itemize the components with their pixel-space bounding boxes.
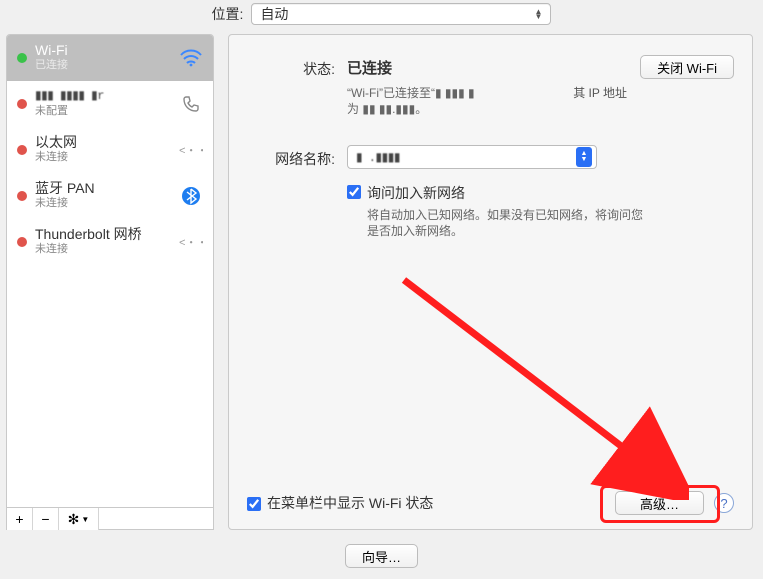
phone-icon (179, 94, 203, 114)
sidebar-toolbar: + − ✻ ▼ (6, 508, 214, 530)
location-value: 自动 (260, 4, 288, 24)
annotation-arrow-icon (399, 275, 689, 500)
status-value: 已连接 (347, 57, 392, 78)
sidebar-item-modem[interactable]: ▮▮▮ ▮▮▮▮ ▮r 未配置 (7, 81, 213, 127)
network-name-value: ▮ .▮▮▮▮ (356, 150, 400, 165)
status-desc-line1: “Wi-Fi”已连接至“▮ ▮▮▮ ▮ (347, 86, 475, 100)
sidebar: Wi-Fi 已连接 ▮▮▮ ▮▮▮▮ ▮r 未配置 (6, 34, 214, 508)
turn-off-wifi-button[interactable]: 关闭 Wi-Fi (640, 55, 734, 79)
sidebar-item-wifi[interactable]: Wi-Fi 已连接 (7, 35, 213, 81)
sidebar-item-ethernet[interactable]: 以太网 未连接 <・・・> (7, 127, 213, 173)
add-button[interactable]: + (7, 508, 33, 530)
sidebar-item-label: Wi-Fi (35, 43, 171, 58)
sidebar-item-label: ▮▮▮ ▮▮▮▮ ▮r (35, 89, 171, 104)
menubar-label: 在菜单栏中显示 Wi-Fi 状态 (267, 493, 433, 513)
sidebar-item-label: 蓝牙 PAN (35, 181, 171, 196)
sidebar-item-sub: 未连接 (35, 150, 171, 165)
help-button[interactable]: ? (714, 493, 734, 513)
sidebar-item-label: Thunderbolt 网桥 (35, 227, 171, 242)
status-desc-line2: 为 ▮▮ ▮▮.▮▮▮。 (347, 102, 427, 116)
status-dot-icon (17, 53, 27, 63)
sidebar-item-thunderbolt[interactable]: Thunderbolt 网桥 未连接 <・・・> (7, 219, 213, 265)
wifi-icon (179, 49, 203, 67)
sidebar-item-bluetooth-pan[interactable]: 蓝牙 PAN 未连接 (7, 173, 213, 219)
status-dot-icon (17, 99, 27, 109)
detail-pane: 状态: 已连接 关闭 Wi-Fi “Wi-Fi”已连接至“▮ ▮▮▮ ▮ 其 I… (228, 34, 753, 530)
ethernet-icon: <・・・> (179, 235, 203, 249)
svg-text:<・・・>: <・・・> (179, 238, 203, 249)
location-label: 位置: (212, 4, 244, 24)
gear-menu-button[interactable]: ✻ ▼ (59, 508, 99, 530)
sidebar-item-sub: 已连接 (35, 58, 171, 73)
gear-icon: ✻ (68, 511, 80, 528)
ask-join-desc: 将自动加入已知网络。如果没有已知网络，将询问您是否加入新网络。 (367, 207, 647, 239)
advanced-button[interactable]: 高级… (615, 491, 704, 515)
chevron-updown-icon: ▲▼ (576, 147, 592, 167)
status-label: 状态: (247, 55, 347, 79)
sidebar-item-label: 以太网 (35, 135, 171, 150)
svg-text:<・・・>: <・・・> (179, 146, 203, 157)
ask-join-checkbox[interactable] (347, 185, 361, 199)
bluetooth-icon (179, 186, 203, 206)
wizard-button[interactable]: 向导… (345, 544, 418, 568)
remove-button[interactable]: − (33, 508, 59, 530)
ethernet-icon: <・・・> (179, 143, 203, 157)
ip-label: 其 IP 地址 (573, 85, 627, 101)
chevron-updown-icon: ▲▼ (535, 9, 543, 19)
status-desc: “Wi-Fi”已连接至“▮ ▮▮▮ ▮ 其 IP 地址 为 ▮▮ ▮▮.▮▮▮。 (347, 85, 627, 117)
chevron-down-icon: ▼ (81, 515, 89, 524)
location-select[interactable]: 自动 ▲▼ (251, 3, 551, 25)
sidebar-item-sub: 未配置 (35, 104, 171, 119)
status-dot-icon (17, 145, 27, 155)
network-name-select[interactable]: ▮ .▮▮▮▮ ▲▼ (347, 145, 597, 169)
status-dot-icon (17, 191, 27, 201)
sidebar-item-sub: 未连接 (35, 196, 171, 211)
status-dot-icon (17, 237, 27, 247)
menubar-checkbox[interactable] (247, 497, 261, 511)
ask-join-label: 询问加入新网络 (367, 183, 647, 203)
network-name-label: 网络名称: (247, 145, 347, 169)
sidebar-item-sub: 未连接 (35, 242, 171, 257)
